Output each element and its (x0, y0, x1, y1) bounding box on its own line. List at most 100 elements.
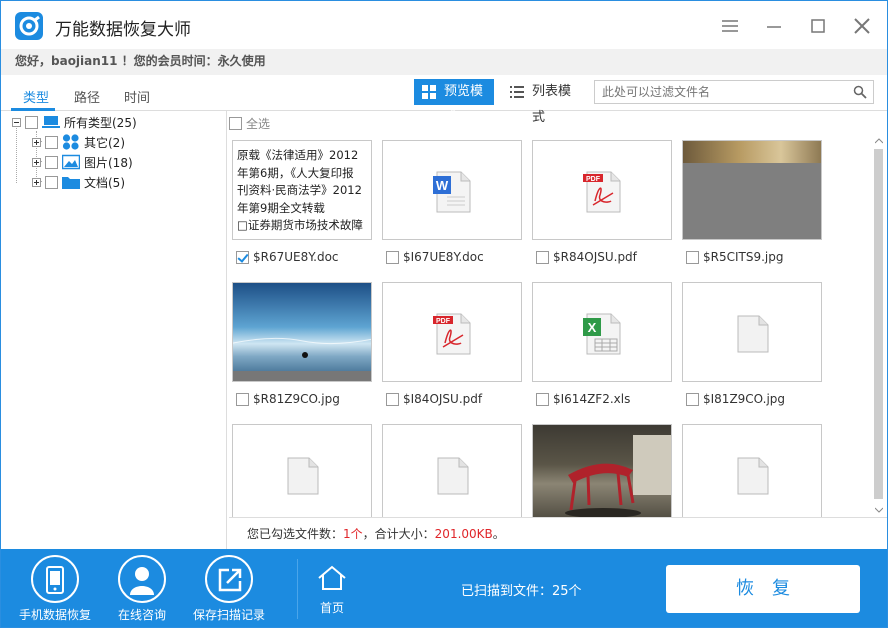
app-window: 万能数据恢复大师 您好，baojian11 ！您的会员时间：永久使用 类型 路径… (0, 0, 888, 628)
file-name: $R67UE8Y.doc (253, 250, 339, 264)
phone-recover-button[interactable]: 手机数据恢复 (15, 549, 95, 627)
file-thumbnail[interactable] (382, 424, 522, 517)
excel-icon: X (583, 313, 621, 355)
tree-item-label: 文档(5) (84, 175, 125, 190)
expand-icon[interactable] (32, 177, 41, 187)
preview-mode-label: 预览模式 (444, 84, 484, 125)
file-name: $I81Z9CO.jpg (703, 392, 786, 406)
tab-bar: 类型 路径 时间 (1, 75, 227, 111)
recover-button[interactable]: 恢复 (666, 565, 860, 613)
svg-text:PDF: PDF (586, 176, 601, 183)
close-icon[interactable] (851, 15, 873, 37)
tree-item-checkbox[interactable] (45, 135, 58, 149)
search-icon[interactable] (853, 85, 867, 99)
user-icon (130, 567, 154, 595)
scanned-count: 已扫描到文件：25个 (461, 584, 582, 599)
file-name: $R84OJSU.pdf (553, 250, 637, 264)
file-checkbox[interactable] (536, 250, 549, 264)
preview-mode-button[interactable]: 预览模式 (414, 79, 494, 125)
tab-type[interactable]: 类型 (23, 87, 49, 106)
file-name: $R5CITS9.jpg (703, 250, 784, 264)
file-checkbox[interactable] (386, 250, 399, 264)
minimize-icon[interactable] (763, 15, 785, 37)
list-mode-button[interactable]: 列表模式 (502, 79, 582, 125)
photo-image (565, 435, 671, 517)
file-thumbnail[interactable]: 原载《法律适用》2012 年第6期，《人大复印报 刊资料·民商法学》2012 年… (232, 140, 372, 240)
image-icon (62, 154, 80, 170)
scroll-down-icon[interactable] (875, 507, 883, 513)
file-thumbnail[interactable] (532, 424, 672, 517)
svg-text:W: W (436, 178, 449, 193)
doc-text-preview: 原载《法律适用》2012 年第6期，《人大复印报 刊资料·民商法学》2012 年… (237, 148, 363, 232)
tree-item-checkbox[interactable] (45, 155, 58, 169)
photo-image (683, 141, 821, 163)
list-icon (510, 86, 524, 98)
blank-file-icon (437, 457, 469, 495)
file-thumbnail[interactable]: W (382, 140, 522, 240)
computer-icon (42, 116, 60, 128)
blank-file-icon (737, 315, 769, 353)
select-all-checkbox[interactable] (229, 116, 242, 130)
online-consult-button[interactable]: 在线咨询 (102, 549, 182, 627)
selection-status: 您已勾选文件数：1个，合计大小：201.00KB。 (229, 517, 887, 549)
file-name: $I84OJSU.pdf (403, 392, 483, 406)
tree-item-image[interactable]: 图片(18) (32, 153, 133, 171)
type-tree: 所有类型(25) 其它(2) 图片(18) 文档(5) (1, 111, 227, 549)
file-name: $I67UE8Y.doc (403, 250, 484, 264)
file-thumbnail[interactable]: PDF (382, 282, 522, 382)
filter-input[interactable] (594, 80, 874, 104)
save-record-button[interactable]: 保存扫描记录 (189, 549, 269, 627)
select-all-label: 全选 (246, 116, 271, 131)
blank-file-icon (287, 457, 319, 495)
menu-icon[interactable] (719, 15, 741, 37)
tree-root[interactable]: 所有类型(25) (12, 113, 137, 131)
scroll-up-icon[interactable] (875, 138, 883, 144)
tree-item-docs[interactable]: 文档(5) (32, 173, 125, 191)
home-icon (318, 565, 346, 590)
expand-icon[interactable] (32, 137, 41, 147)
tree-item-label: 图片(18) (84, 155, 133, 170)
home-button[interactable]: 首页 (311, 549, 353, 627)
word-doc-icon: W (433, 171, 471, 213)
home-label: 首页 (319, 601, 344, 615)
file-checkbox[interactable] (536, 392, 549, 406)
svg-text:X: X (588, 320, 597, 335)
list-mode-label: 列表模式 (532, 84, 572, 125)
footer-bar: 手机数据恢复 在线咨询 保存扫描记录 首页 已扫描到文件：25个 恢复 (1, 549, 887, 627)
tree-root-checkbox[interactable] (25, 115, 38, 129)
phone-icon (46, 566, 64, 594)
app-title: 万能数据恢复大师 (55, 20, 191, 40)
file-checkbox[interactable] (236, 250, 249, 264)
file-checkbox[interactable] (686, 250, 699, 264)
file-thumbnail[interactable] (232, 282, 372, 382)
selected-size: 201.00KB (434, 527, 493, 541)
tab-time[interactable]: 时间 (124, 87, 150, 106)
pdf-icon: PDF (433, 313, 471, 355)
other-icon (62, 134, 79, 150)
toolbar: 预览模式 列表模式 (227, 75, 887, 125)
expand-icon[interactable] (32, 157, 41, 167)
collapse-icon[interactable] (12, 117, 21, 127)
file-thumbnail[interactable] (682, 282, 822, 382)
tab-path[interactable]: 路径 (74, 87, 100, 106)
tree-item-checkbox[interactable] (45, 175, 58, 189)
file-checkbox[interactable] (686, 392, 699, 406)
online-consult-label: 在线咨询 (117, 608, 166, 622)
tree-item-other[interactable]: 其它(2) (32, 133, 125, 151)
file-thumbnail[interactable] (682, 424, 822, 517)
file-thumbnail[interactable] (232, 424, 372, 517)
file-checkbox[interactable] (236, 392, 249, 406)
tree-item-label: 其它(2) (84, 135, 125, 150)
member-info: 您好，baojian11 ！您的会员时间：永久使用 (1, 49, 887, 75)
file-thumbnail[interactable]: PDF (532, 140, 672, 240)
grid-icon (422, 85, 436, 99)
selected-count: 1个 (343, 527, 363, 541)
file-checkbox[interactable] (386, 392, 399, 406)
file-thumbnail[interactable]: X (532, 282, 672, 382)
file-grid: 原载《法律适用》2012 年第6期，《人大复印报 刊资料·民商法学》2012 年… (229, 135, 869, 517)
select-all[interactable]: 全选 (229, 113, 270, 133)
vertical-scrollbar[interactable] (871, 135, 887, 517)
scrollbar-thumb[interactable] (874, 149, 883, 499)
file-thumbnail[interactable] (682, 140, 822, 240)
maximize-icon[interactable] (807, 15, 829, 37)
